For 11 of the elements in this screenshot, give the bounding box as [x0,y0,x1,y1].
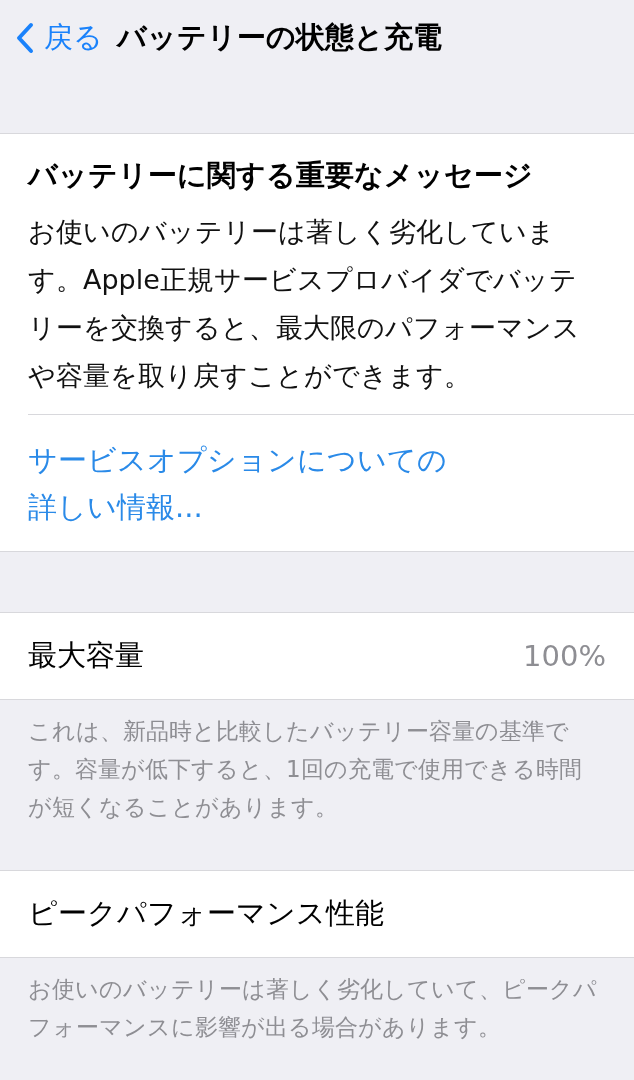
chevron-left-icon [16,21,34,54]
back-button[interactable]: 戻る [16,17,103,58]
nav-title: バッテリーの状態と充電 [117,18,442,56]
section-footer: お使いのバッテリーは著しく劣化していて、ピークパフォーマンスに影響が出る場合があります。 [0,958,634,1046]
message-text: お使いのバッテリーは著しく劣化しています。Apple正規サービスプロバイダでバッテリーを交換すると、最大限のパフォーマンスや容量を取り戻すことができます。 [28,215,581,393]
row-label: ピークパフォーマンス性能 [28,895,384,932]
row-value: 100% [523,639,606,673]
message-heading: バッテリーに関する重要なメッセージ [28,157,534,194]
row-label: 最大容量 [28,637,144,674]
section-footer: これは、新品時と比較したバッテリー容量の基準です。容量が低下すると、1回の充電で使用できる時間が短くなることがあります。 [0,700,634,826]
service-options-link[interactable]: サービスオプションについての詳しい情報... [28,415,458,531]
